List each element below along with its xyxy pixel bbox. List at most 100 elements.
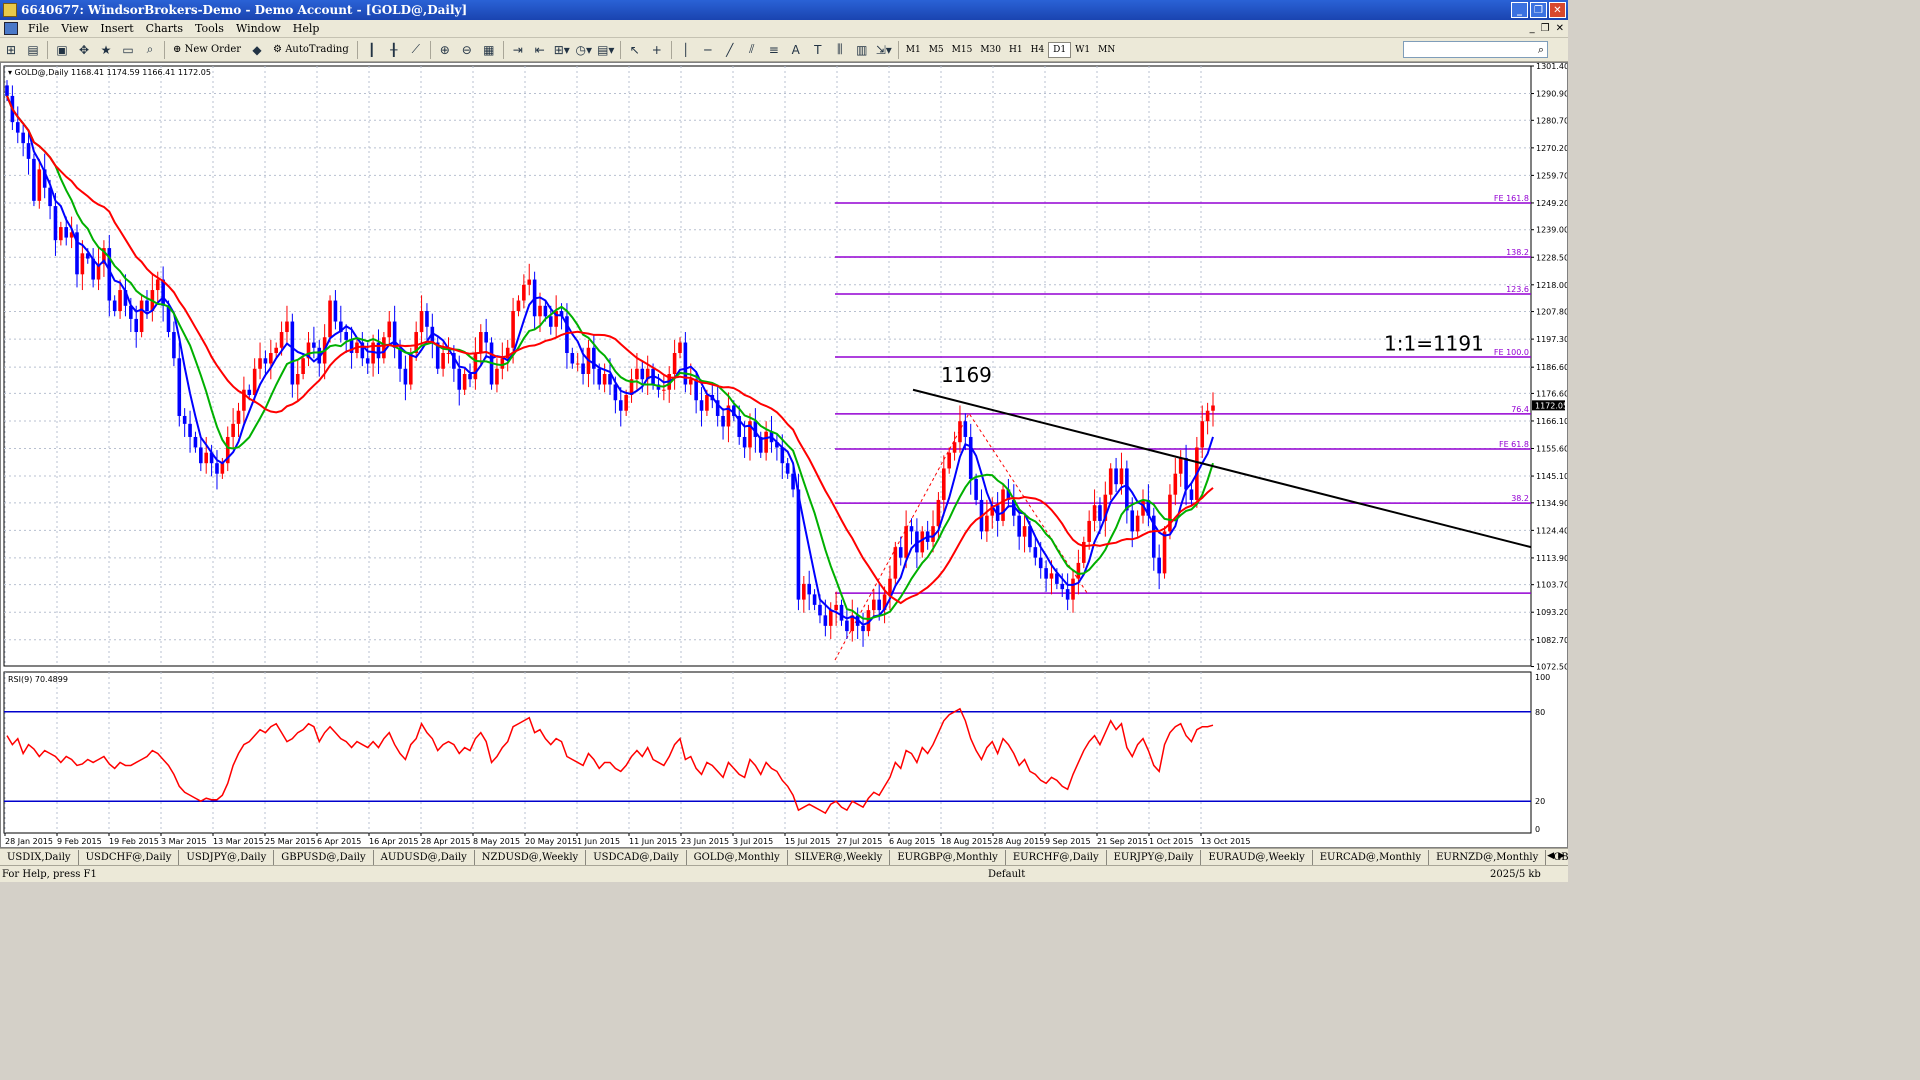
restore-button[interactable]: ❐ (1530, 2, 1547, 18)
timeframe-d1[interactable]: D1 (1048, 41, 1072, 58)
search-input[interactable]: ⌕ (1403, 41, 1548, 58)
templates-icon[interactable]: ▤▾ (596, 40, 616, 60)
price-tick-label: 1197.30 (1536, 335, 1567, 344)
minimize-button[interactable]: _ (1511, 2, 1528, 18)
metaeditor-icon[interactable]: ◆ (247, 40, 267, 60)
candle-body (958, 421, 962, 443)
chart-tab[interactable]: EURCHF@,Daily (1006, 849, 1107, 865)
arrows-icon[interactable]: ⇲▾ (874, 40, 894, 60)
chart-tab[interactable]: USDCHF@,Daily (79, 849, 180, 865)
text-icon[interactable]: A (786, 40, 806, 60)
menu-tools[interactable]: Tools (189, 22, 230, 35)
auto-scroll-icon[interactable]: ⇥ (508, 40, 528, 60)
chart-shift-icon[interactable]: ⇤ (530, 40, 550, 60)
close-button[interactable]: ✕ (1549, 2, 1566, 18)
vertical-line-icon[interactable]: │ (676, 40, 696, 60)
chart-tab[interactable]: EURAUD@,Weekly (1201, 849, 1313, 865)
chart-tab[interactable]: NZDUSD@,Weekly (475, 849, 587, 865)
fibonacci-retracement-icon[interactable]: ≡ (764, 40, 784, 60)
status-bar: For Help, press F1 Default 2025/5 kb (0, 865, 1568, 882)
terminal-icon[interactable]: ▭ (118, 40, 138, 60)
chart-tab[interactable]: EURNZD@,Monthly (1429, 849, 1547, 865)
menu-help[interactable]: Help (287, 22, 326, 35)
candle-body (1205, 410, 1210, 422)
tab-prev-icon[interactable]: ◀ (1547, 851, 1554, 861)
timeframe-m5[interactable]: M5 (925, 42, 948, 58)
equidistant-channel-icon[interactable]: ⫽ (742, 40, 762, 60)
data-window-icon[interactable]: ★ (96, 40, 116, 60)
annotation-1169: 1169 (941, 363, 992, 387)
mdi-restore-button[interactable]: ❐ (1541, 23, 1550, 34)
menu-charts[interactable]: Charts (140, 22, 189, 35)
chart-tab[interactable]: EURGBP@,Monthly (890, 849, 1006, 865)
candle-body (618, 400, 623, 411)
timeframe-mn[interactable]: MN (1094, 42, 1119, 58)
autotrading-button[interactable]: ⚙ AutoTrading (269, 40, 353, 60)
candle-body (952, 442, 957, 453)
new-chart-icon[interactable]: ⊞ (1, 40, 21, 60)
timeframe-m15[interactable]: M15 (948, 42, 977, 58)
crosshair-icon[interactable]: + (647, 40, 667, 60)
price-chart[interactable]: FE 161.8 138.2 123.6 FE 100.0 76.4 FE 61.8 38.… (1, 63, 1567, 847)
price-tick-label: 1155.60 (1536, 445, 1567, 454)
candle-body (155, 279, 160, 291)
status-traffic: 2025/5 kb (1490, 868, 1541, 880)
periods-icon[interactable]: ◷▾ (574, 40, 594, 60)
timeframe-h4[interactable]: H4 (1027, 42, 1049, 58)
candle-body (802, 583, 806, 600)
candle-body (1125, 468, 1129, 511)
price-tick-label: 1113.90 (1536, 554, 1567, 563)
search-icon[interactable]: ⌕ (1538, 43, 1544, 57)
time-axis: 28 Jan 2015 9 Feb 2015 19 Feb 2015 3 Mar 20… (4, 833, 1250, 846)
chart-tab[interactable]: USDCAD@,Daily (586, 849, 687, 865)
fibonacci-fan-icon[interactable]: ⫼ (830, 40, 850, 60)
menu-insert[interactable]: Insert (94, 22, 139, 35)
chart-tab[interactable]: USDIX,Daily (0, 849, 79, 865)
chart-tab[interactable]: GBPUSD@,Daily (274, 849, 374, 865)
cursor-icon[interactable]: ↖ (625, 40, 645, 60)
chart-window-icon[interactable] (4, 22, 18, 35)
text-label-icon[interactable]: T (808, 40, 828, 60)
indicators-icon[interactable]: ⊞▾ (552, 40, 572, 60)
chart-tab[interactable]: EURCAD@,Monthly (1313, 849, 1430, 865)
zoom-in-icon[interactable]: ⊕ (435, 40, 455, 60)
menu-file[interactable]: File (22, 22, 55, 35)
line-chart-icon[interactable]: ⟋ (406, 40, 426, 60)
market-watch-icon[interactable]: ▣ (52, 40, 72, 60)
tile-windows-icon[interactable]: ▦ (479, 40, 499, 60)
timeframe-h1[interactable]: H1 (1005, 42, 1027, 58)
candlestick-icon[interactable]: ╂ (384, 40, 404, 60)
fib-level-label: 123.6 (1506, 285, 1529, 294)
profiles-icon[interactable]: ▤ (23, 40, 43, 60)
candle-body (1049, 573, 1054, 579)
chart-window[interactable]: FE 161.8 138.2 123.6 FE 100.0 76.4 FE 61.8 38.… (0, 62, 1568, 848)
new-order-button[interactable]: ⊕ New Order (169, 40, 245, 60)
zoom-out-icon[interactable]: ⊖ (457, 40, 477, 60)
mdi-minimize-button[interactable]: _ (1530, 23, 1535, 34)
chart-tab[interactable]: SILVER@,Weekly (788, 849, 891, 865)
strategy-tester-icon[interactable]: ⌕ (140, 40, 160, 60)
candle-body (699, 400, 704, 411)
timeframe-w1[interactable]: W1 (1071, 42, 1094, 58)
menu-view[interactable]: View (55, 22, 94, 35)
candle-body (516, 300, 521, 312)
tab-next-icon[interactable]: ▶ (1558, 851, 1565, 861)
candle-body (376, 342, 381, 359)
chart-tab[interactable]: AUDUSD@,Daily (374, 849, 475, 865)
horizontal-line-icon[interactable]: ─ (698, 40, 718, 60)
trendline-icon[interactable]: ╱ (720, 40, 740, 60)
price-pane (3, 65, 1532, 667)
chart-tab[interactable]: USDJPY@,Daily (179, 849, 275, 865)
chart-tab[interactable]: EURJPY@,Daily (1107, 849, 1202, 865)
mdi-close-button[interactable]: ✕ (1556, 23, 1564, 34)
timeframe-m1[interactable]: M1 (902, 42, 925, 58)
navigator-icon[interactable]: ✥ (74, 40, 94, 60)
timeframe-m30[interactable]: M30 (976, 42, 1005, 58)
bar-chart-icon[interactable]: ┃ (362, 40, 382, 60)
candle-body (898, 547, 903, 558)
gann-icon[interactable]: ▥ (852, 40, 872, 60)
menu-window[interactable]: Window (230, 22, 287, 35)
candle-body (575, 363, 580, 365)
chart-tabs: USDIX,Daily USDCHF@,Daily USDJPY@,Daily GBP… (0, 848, 1568, 865)
chart-tab[interactable]: GOLD@,Monthly (687, 849, 788, 865)
